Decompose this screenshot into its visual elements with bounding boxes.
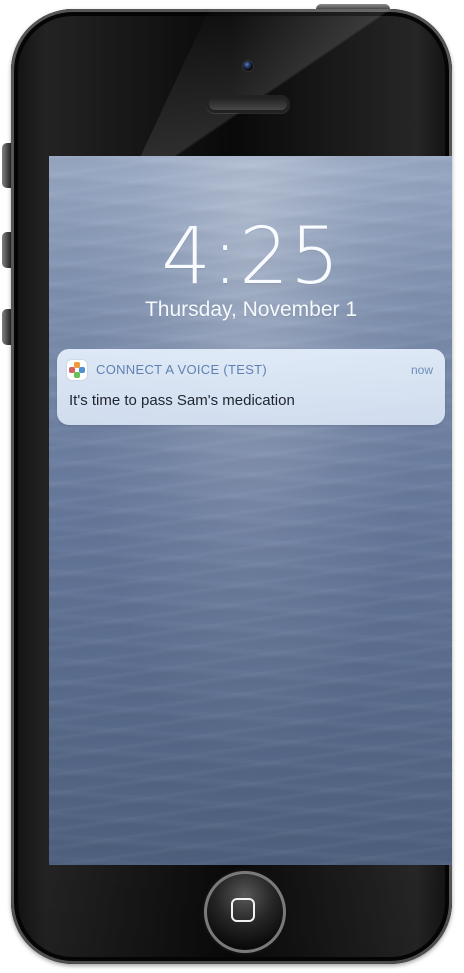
app-icon-center: [75, 368, 79, 372]
lock-screen: 4:25 Thursday, November 1 CONNECT A VOIC…: [49, 156, 452, 865]
notification-card[interactable]: CONNECT A VOICE (TEST) now It's time to …: [57, 349, 445, 425]
notification-header: CONNECT A VOICE (TEST) now: [67, 359, 433, 381]
front-camera-icon: [242, 60, 254, 72]
notification-app-name: CONNECT A VOICE (TEST): [96, 362, 268, 377]
iphone-device: 4:25 Thursday, November 1 CONNECT A VOIC…: [11, 9, 452, 964]
connect-a-voice-app-icon: [67, 360, 87, 380]
lock-screen-date: Thursday, November 1: [144, 298, 358, 321]
app-icon-segment-right: [79, 367, 85, 373]
home-button[interactable]: [204, 871, 286, 953]
app-screenshot: 4:25 Thursday, November 1 CONNECT A VOIC…: [0, 0, 464, 973]
notification-timestamp: now: [410, 363, 433, 377]
notification-message: It's time to pass Sam's medication: [69, 392, 295, 409]
app-icon-segment-bottom: [74, 372, 80, 378]
lock-screen-time: 4:25: [161, 212, 341, 302]
device-glare: [138, 9, 452, 161]
home-square-icon: [231, 898, 255, 922]
speaker-grille-icon: [206, 95, 290, 113]
